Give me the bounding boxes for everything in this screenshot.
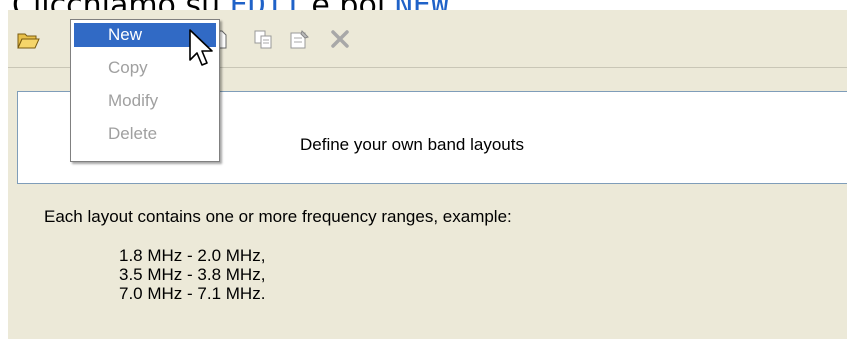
properties-icon[interactable] (288, 28, 312, 50)
range-item: 3.5 MHz - 3.8 MHz, (119, 265, 266, 284)
range-item: 1.8 MHz - 2.0 MHz, (119, 246, 266, 265)
range-item: 7.0 MHz - 7.1 MHz. (119, 284, 266, 303)
open-folder-icon[interactable] (16, 28, 40, 50)
mouse-pointer-icon (188, 28, 216, 72)
band-layout-window: Define your own band layouts Each layout… (8, 10, 847, 339)
description-text: Each layout contains one or more frequen… (44, 207, 512, 226)
menu-item-modify[interactable]: Modify (74, 89, 216, 113)
menu-item-delete[interactable]: Delete (74, 122, 216, 146)
delete-icon[interactable] (328, 28, 352, 50)
copy-icon[interactable] (252, 28, 276, 50)
panel-title: Define your own band layouts (300, 135, 524, 154)
example-ranges: 1.8 MHz - 2.0 MHz, 3.5 MHz - 3.8 MHz, 7.… (119, 246, 265, 303)
